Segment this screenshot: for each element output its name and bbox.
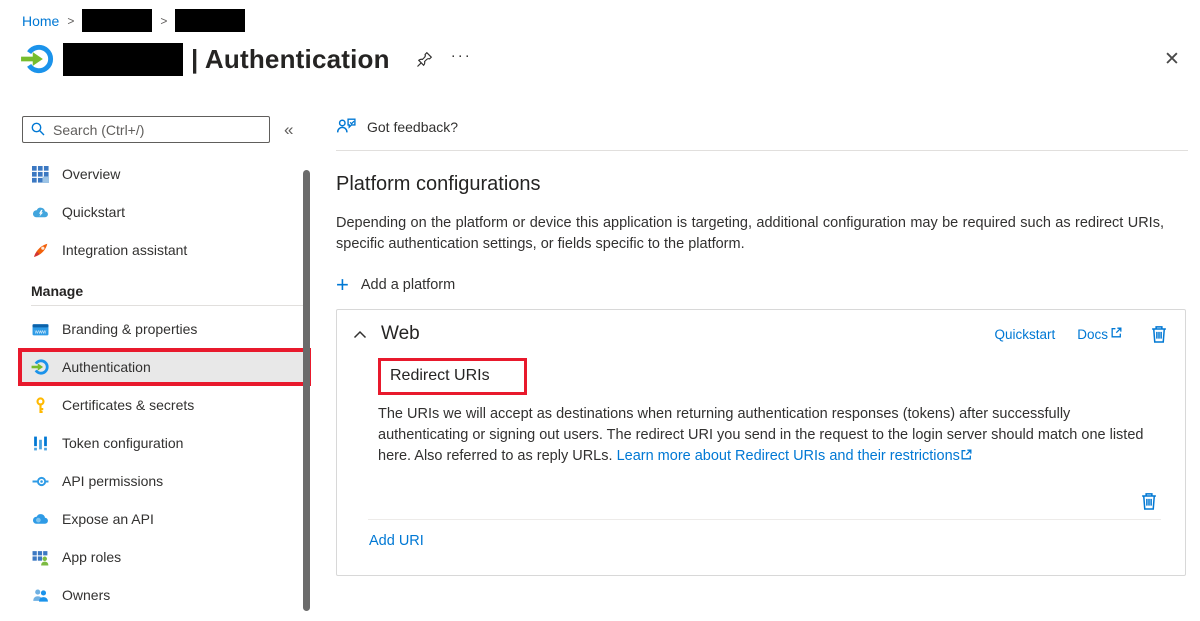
sidebar-item-label: Expose an API bbox=[62, 511, 154, 527]
more-options-button[interactable]: ··· bbox=[451, 47, 472, 72]
redacted-breadcrumb-2 bbox=[175, 9, 245, 32]
learn-more-label: Learn more about Redirect URIs and their… bbox=[617, 448, 960, 464]
key-icon bbox=[31, 396, 49, 414]
sidebar-item-authentication[interactable]: Authentication bbox=[22, 352, 307, 382]
sidebar-item-label: Overview bbox=[62, 166, 120, 182]
delete-web-platform-button[interactable] bbox=[1149, 324, 1169, 344]
sidebar-item-label: Token configuration bbox=[62, 435, 183, 451]
cloud-icon bbox=[31, 510, 49, 528]
sidebar-item-label: Quickstart bbox=[62, 204, 125, 220]
sidebar-item-label: Branding & properties bbox=[62, 321, 197, 337]
divider bbox=[368, 519, 1161, 520]
sidebar-item-label: Integration assistant bbox=[62, 242, 187, 258]
page-title: | Authentication bbox=[191, 44, 390, 75]
divider bbox=[31, 305, 303, 306]
rocket-icon bbox=[31, 241, 49, 259]
got-feedback-label: Got feedback? bbox=[367, 119, 458, 135]
platform-configurations-heading: Platform configurations bbox=[336, 173, 1188, 196]
sidebar-item-integration-assistant[interactable]: Integration assistant bbox=[22, 231, 305, 269]
sidebar-item-owners[interactable]: Owners bbox=[22, 576, 305, 614]
breadcrumb: Home > > bbox=[22, 9, 245, 32]
add-platform-label: Add a platform bbox=[361, 277, 455, 293]
sidebar-item-label: Authentication bbox=[62, 359, 151, 375]
sidebar-item-app-roles[interactable]: App roles bbox=[22, 538, 305, 576]
redirect-uri-row bbox=[353, 467, 1169, 511]
sign-in-arrow-circle-icon bbox=[20, 42, 54, 76]
main-content: Got feedback? Platform configurations De… bbox=[336, 110, 1188, 576]
cloud-bolt-icon bbox=[31, 203, 49, 221]
sign-in-arrow-circle-icon bbox=[31, 358, 49, 376]
web-card-title: Web bbox=[381, 323, 420, 345]
external-link-icon bbox=[1110, 326, 1123, 342]
redirect-uris-description: The URIs we will accept as destinations … bbox=[378, 404, 1150, 467]
breadcrumb-separator: > bbox=[160, 14, 167, 28]
redirect-uris-heading: Redirect URIs bbox=[390, 367, 490, 384]
sidebar-item-quickstart[interactable]: Quickstart bbox=[22, 193, 305, 231]
breadcrumb-home-link[interactable]: Home bbox=[22, 13, 59, 29]
sidebar-item-label: API permissions bbox=[62, 473, 163, 489]
person-feedback-icon bbox=[336, 117, 357, 137]
add-uri-button[interactable]: Add URI bbox=[369, 533, 424, 549]
search-icon bbox=[30, 121, 46, 142]
svg-text:www: www bbox=[34, 329, 46, 335]
pin-icon[interactable] bbox=[416, 51, 433, 68]
sidebar-item-token-configuration[interactable]: Token configuration bbox=[22, 424, 305, 462]
grid-person-icon bbox=[31, 548, 49, 566]
sidebar-scrollbar[interactable] bbox=[303, 170, 310, 611]
collapse-sidebar-button[interactable]: « bbox=[284, 120, 293, 140]
token-bars-icon bbox=[31, 434, 49, 452]
browser-window-icon: www bbox=[31, 320, 49, 338]
sidebar-item-label: App roles bbox=[62, 549, 121, 565]
sidebar-item-overview[interactable]: Overview bbox=[22, 155, 305, 193]
api-permissions-icon bbox=[31, 472, 49, 490]
platform-configurations-description: Depending on the platform or device this… bbox=[336, 213, 1164, 255]
docs-link[interactable]: Docs bbox=[1077, 326, 1123, 342]
chevron-up-icon[interactable] bbox=[353, 330, 367, 339]
quickstart-link[interactable]: Quickstart bbox=[994, 327, 1055, 342]
divider bbox=[336, 150, 1188, 151]
annotation-redirect-uris: Redirect URIs bbox=[378, 358, 527, 395]
sidebar-item-certificates-secrets[interactable]: Certificates & secrets bbox=[22, 386, 305, 424]
close-icon[interactable]: ✕ bbox=[1164, 48, 1180, 71]
redacted-breadcrumb-1 bbox=[82, 9, 152, 32]
grid-icon bbox=[31, 165, 49, 183]
annotation-authentication: Authentication bbox=[18, 348, 311, 386]
plus-icon: + bbox=[336, 276, 349, 294]
breadcrumb-separator: > bbox=[67, 14, 74, 28]
page-header: | Authentication ··· bbox=[20, 42, 472, 76]
delete-uri-button[interactable] bbox=[1139, 491, 1159, 511]
web-platform-card: Web Quickstart Docs bbox=[336, 309, 1186, 576]
sidebar-item-label: Owners bbox=[62, 587, 110, 603]
docs-link-label: Docs bbox=[1077, 327, 1108, 342]
add-platform-button[interactable]: + Add a platform bbox=[336, 276, 486, 294]
sidebar-item-api-permissions[interactable]: API permissions bbox=[22, 462, 305, 500]
sidebar-section-manage: Manage bbox=[31, 283, 305, 299]
got-feedback-button[interactable]: Got feedback? bbox=[336, 110, 1188, 144]
learn-more-link[interactable]: Learn more about Redirect URIs and their… bbox=[617, 448, 973, 464]
redacted-app-name bbox=[63, 43, 183, 76]
people-icon bbox=[31, 586, 49, 604]
sidebar: « Overview bbox=[22, 116, 305, 614]
sidebar-item-branding-properties[interactable]: www Branding & properties bbox=[22, 310, 305, 348]
external-link-icon bbox=[960, 447, 973, 468]
search-input[interactable] bbox=[22, 116, 270, 143]
sidebar-item-label: Certificates & secrets bbox=[62, 397, 194, 413]
sidebar-item-expose-an-api[interactable]: Expose an API bbox=[22, 500, 305, 538]
